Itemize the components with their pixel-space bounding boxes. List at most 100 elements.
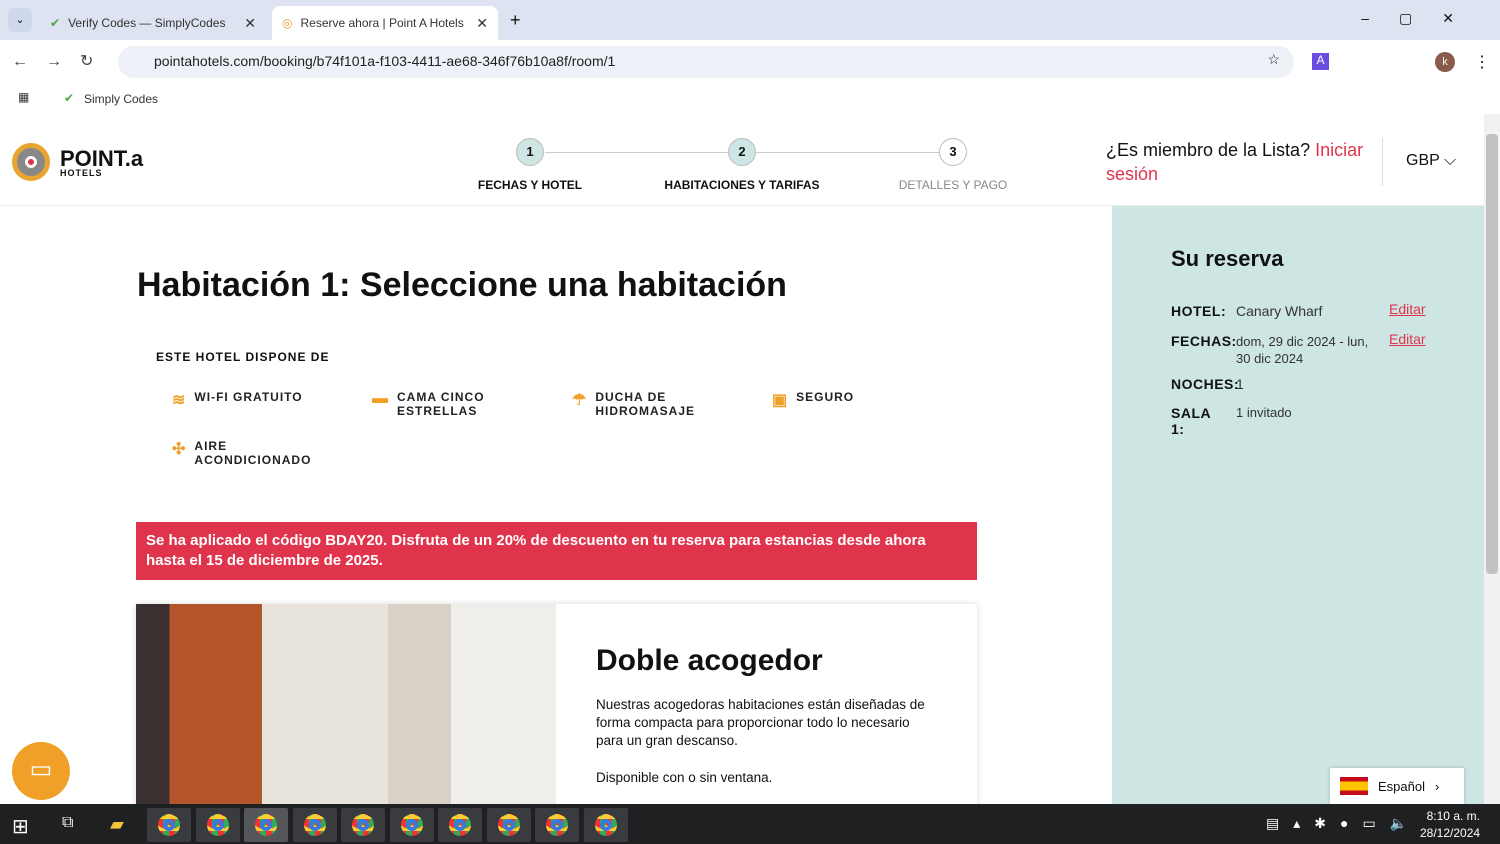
close-tab-icon[interactable]: ✕: [244, 15, 256, 32]
chevron-right-icon: ›: [1434, 778, 1440, 794]
edit-hotel-link[interactable]: Editar: [1389, 301, 1426, 317]
currency-value: GBP: [1406, 152, 1440, 169]
divider: [1382, 138, 1383, 186]
scrollbar-thumb[interactable]: [1486, 134, 1498, 574]
promo-banner: Se ha aplicado el código BDAY20. Disfrut…: [136, 522, 977, 580]
bookmarks-bar: ▦ ✔ Simply Codes: [0, 84, 1500, 114]
url-text: pointahotels.com/booking/b74f101a-f103-4…: [154, 53, 616, 69]
bed-icon: ▬: [372, 390, 389, 407]
pointa-icon: ◎: [282, 16, 293, 30]
label: NOCHES:: [1171, 376, 1240, 392]
chrome-taskbar-icon[interactable]: [293, 808, 337, 842]
amenity-wifi: ≋ WI-FI GRATUITO: [172, 390, 303, 410]
summary-title: Su reserva: [1171, 246, 1284, 271]
tab-list-button[interactable]: ⌄: [8, 8, 32, 32]
chrome-taskbar-icon[interactable]: [438, 808, 482, 842]
chat-icon: ▭: [29, 756, 53, 783]
amenities-title: ESTE HOTEL DISPONE DE: [156, 350, 330, 364]
room-photo[interactable]: [136, 604, 556, 804]
tab-simplycodes[interactable]: ✔ Verify Codes — SimplyCodes ✕: [40, 6, 266, 40]
shower-icon: ☂: [572, 392, 588, 409]
tab-pointa[interactable]: ◎ Reserve ahora | Point A Hotels ✕: [272, 6, 498, 40]
logo-sub: HOTELS: [60, 168, 103, 178]
window-controls[interactable]: –▢✕: [1361, 10, 1484, 27]
simplycodes-icon: ✔: [50, 16, 61, 30]
extension-icon[interactable]: A: [1312, 53, 1329, 70]
amenity-safe: ▣ SEGURO: [772, 390, 854, 410]
menu-icon[interactable]: ⋮: [1474, 52, 1490, 72]
chrome-taskbar-icon[interactable]: [196, 808, 240, 842]
fan-icon: ✣: [172, 441, 187, 458]
url-input[interactable]: pointahotels.com/booking/b74f101a-f103-4…: [118, 46, 1294, 78]
amenity-label: AIRE ACONDICIONADO: [194, 439, 312, 467]
step-label: HABITACIONES Y TARIFAS: [664, 178, 820, 192]
currency-select[interactable]: GBP ⌵: [1406, 152, 1456, 170]
label: FECHAS:: [1171, 333, 1237, 349]
chat-button[interactable]: ▭: [12, 742, 70, 800]
site-header: POINT.a HOTELS 1 FECHAS Y HOTEL 2 HABITACI…: [0, 114, 1484, 206]
safe-icon: ▣: [772, 392, 789, 409]
spain-flag-icon: [1340, 777, 1368, 795]
value: Canary Wharf: [1236, 303, 1323, 319]
nav-buttons[interactable]: ←→↻: [12, 51, 111, 71]
value: 1: [1236, 376, 1244, 392]
page-title: Habitación 1: Seleccione una habitación: [137, 266, 787, 304]
system-tray-icons[interactable]: ▤▴✱●▭🔈: [1266, 815, 1421, 832]
task-view-icon[interactable]: ⧉: [62, 814, 73, 832]
chrome-taskbar-icon[interactable]: [584, 808, 628, 842]
step-2: 2 HABITACIONES Y TARIFAS: [642, 138, 842, 192]
room-card: Doble acogedor Nuestras acogedoras habit…: [136, 604, 977, 804]
chrome-taskbar-icon[interactable]: [487, 808, 531, 842]
file-explorer-icon[interactable]: ▰: [110, 814, 124, 835]
chrome-taskbar-icon[interactable]: [244, 808, 288, 842]
booking-summary: Su reserva HOTEL: Canary Wharf Editar FECH…: [1112, 206, 1484, 804]
browser-tabbar: ⌄ ✔ Verify Codes — SimplyCodes ✕ ◎ Reserve …: [0, 0, 1500, 40]
amenity-label: CAMA CINCO ESTRELLAS: [397, 390, 485, 418]
language-selector[interactable]: Español ›: [1330, 768, 1464, 804]
room-name: Doble acogedor: [596, 644, 823, 677]
simplycodes-icon: ✔: [64, 91, 75, 105]
amenity-label: SEGURO: [796, 390, 855, 404]
chevron-down-icon: ⌵: [1443, 152, 1457, 169]
step-number: 2: [728, 138, 756, 166]
chrome-taskbar-icon[interactable]: [390, 808, 434, 842]
close-tab-icon[interactable]: ✕: [476, 15, 488, 32]
tab-title: Reserve ahora | Point A Hotels: [300, 16, 464, 30]
step-3: 3 DETALLES Y PAGO: [853, 138, 1053, 192]
amenity-label: DUCHA DE HIDROMASAJE: [595, 390, 696, 418]
new-tab-button[interactable]: +: [510, 10, 521, 31]
amenity-label: WI-FI GRATUITO: [194, 390, 303, 404]
step-number: 1: [516, 138, 544, 166]
step-label: DETALLES Y PAGO: [898, 178, 1008, 192]
chrome-taskbar-icon[interactable]: [535, 808, 579, 842]
value: 1 invitado: [1236, 405, 1292, 420]
star-icon[interactable]: ☆: [1267, 51, 1280, 68]
step-label: FECHAS Y HOTEL: [477, 178, 583, 192]
taskbar: ⊞ ⧉ ▰ ▤▴✱●▭🔈 8:10 a. m. 28/12/2024: [0, 804, 1500, 844]
amenity-bed: ▬ CAMA CINCO ESTRELLAS: [372, 390, 512, 418]
chrome-taskbar-icon[interactable]: [341, 808, 385, 842]
language-label: Español: [1378, 778, 1425, 794]
bookmark-simplycodes[interactable]: Simply Codes: [84, 92, 158, 106]
label: HOTEL:: [1171, 303, 1227, 319]
address-bar-row: ←→↻ pointahotels.com/booking/b74f101a-f1…: [0, 40, 1500, 84]
label: SALA 1:: [1171, 405, 1211, 437]
chrome-taskbar-icon[interactable]: [147, 808, 191, 842]
profile-avatar[interactable]: k: [1435, 52, 1455, 72]
scrollbar[interactable]: [1484, 114, 1500, 804]
amenity-shower: ☂ DUCHA DE HIDROMASAJE: [572, 390, 712, 418]
step-1[interactable]: 1 FECHAS Y HOTEL: [430, 138, 630, 192]
tab-title: Verify Codes — SimplyCodes: [68, 16, 226, 30]
clock-time[interactable]: 8:10 a. m.: [1420, 808, 1480, 825]
amenity-ac: ✣ AIRE ACONDICIONADO: [172, 439, 312, 467]
value: dom, 29 dic 2024 - lun, 30 dic 2024: [1236, 334, 1369, 366]
step-number: 3: [939, 138, 967, 166]
clock-date[interactable]: 28/12/2024: [1420, 825, 1480, 842]
logo-icon: [12, 143, 50, 181]
member-question: ¿Es miembro de la Lista?: [1106, 140, 1311, 160]
booking-page: POINT.a HOTELS 1 FECHAS Y HOTEL 2 HABITACI…: [0, 114, 1484, 804]
windows-start-icon[interactable]: ⊞: [12, 814, 29, 839]
apps-icon[interactable]: ▦: [18, 90, 29, 104]
room-note: Disponible con o sin ventana.: [596, 770, 773, 785]
edit-dates-link[interactable]: Editar: [1389, 331, 1426, 347]
